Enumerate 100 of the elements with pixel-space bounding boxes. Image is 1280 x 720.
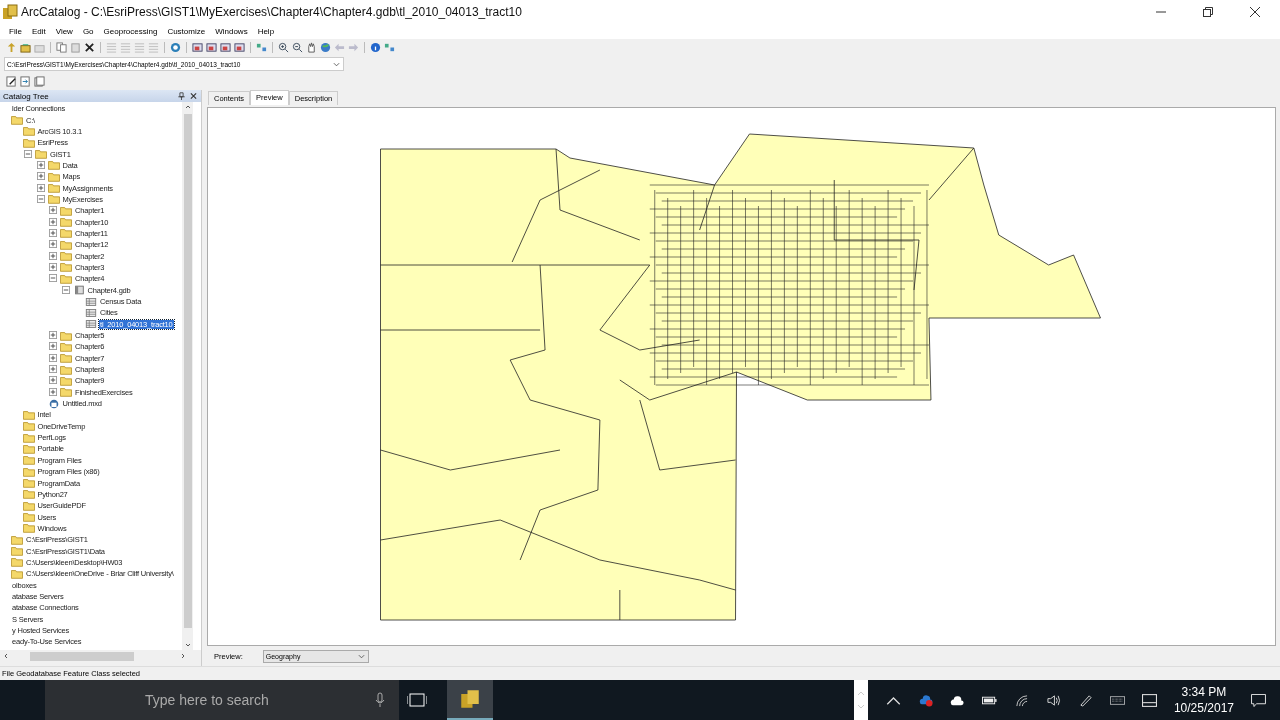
folder-icon — [22, 409, 35, 420]
expand-icon[interactable] — [36, 172, 46, 182]
collapse-icon[interactable] — [61, 285, 71, 295]
folder-icon — [22, 455, 35, 466]
folder-icon — [60, 330, 72, 341]
zoom-in-icon[interactable] — [278, 42, 289, 53]
map-document-icon — [47, 398, 60, 409]
connect-icon[interactable] — [20, 42, 31, 53]
folder-icon — [22, 523, 35, 534]
box-icon[interactable] — [234, 42, 245, 53]
expand-icon[interactable] — [49, 331, 58, 341]
pin-icon[interactable] — [178, 92, 185, 100]
delete-icon[interactable] — [84, 42, 95, 53]
restore-icon[interactable] — [1203, 6, 1213, 17]
vertical-scrollbar[interactable] — [182, 102, 193, 650]
menu-item[interactable]: File — [4, 26, 27, 36]
touchpad-icon[interactable] — [1141, 693, 1157, 707]
globe-icon[interactable] — [320, 42, 331, 53]
folder-icon — [60, 387, 72, 398]
pan-icon[interactable] — [306, 42, 317, 53]
taskbar-app-button[interactable] — [447, 680, 493, 720]
edit-document-icon[interactable] — [6, 75, 17, 87]
scroll-down-icon[interactable] — [184, 643, 191, 647]
expand-icon[interactable] — [49, 240, 58, 250]
scroll-up-icon[interactable] — [184, 105, 191, 109]
expand-icon[interactable] — [36, 183, 46, 193]
folder-icon — [47, 183, 60, 194]
box-icon[interactable] — [220, 42, 231, 53]
folder-icon — [60, 228, 72, 239]
folder-icon — [60, 375, 72, 386]
up-icon[interactable] — [6, 42, 17, 53]
menu-item[interactable]: Edit — [26, 26, 51, 36]
folder-icon — [60, 217, 72, 228]
documents-icon[interactable] — [34, 75, 45, 87]
expand-icon[interactable] — [49, 263, 58, 272]
expand-icon[interactable] — [49, 365, 58, 375]
tool-icon[interactable] — [384, 42, 395, 53]
document-arrow-icon[interactable] — [20, 75, 31, 87]
panel-title: Catalog Tree — [3, 91, 49, 101]
folder-icon — [35, 149, 47, 160]
database-icon — [72, 285, 85, 296]
menu-item[interactable]: Customize — [162, 26, 211, 36]
scroll-right-icon[interactable] — [181, 653, 185, 659]
folder-icon — [22, 466, 35, 477]
cloud-icon[interactable] — [949, 693, 965, 707]
folder-icon — [22, 500, 35, 511]
wifi-icon[interactable] — [1013, 693, 1029, 707]
keyboard-icon[interactable] — [1109, 693, 1125, 707]
folder-icon — [60, 364, 72, 375]
copy-icon[interactable] — [56, 42, 67, 53]
folder-icon — [11, 534, 23, 545]
folder-icon — [60, 262, 72, 273]
collapse-icon[interactable] — [36, 194, 46, 204]
expand-icon[interactable] — [49, 353, 58, 363]
folder-icon — [22, 421, 35, 432]
expand-icon[interactable] — [49, 251, 58, 261]
menu-item[interactable]: Help — [252, 26, 280, 36]
expand-icon[interactable] — [49, 376, 58, 386]
box-icon[interactable] — [192, 42, 203, 53]
folder-icon — [60, 239, 72, 250]
close-icon[interactable] — [190, 92, 197, 100]
collapse-icon[interactable] — [49, 274, 58, 284]
notifications-icon[interactable] — [1251, 693, 1266, 707]
folder-icon — [11, 568, 23, 579]
expand-icon[interactable] — [49, 342, 58, 352]
menu-item[interactable]: Windows — [210, 26, 253, 36]
search-icon[interactable] — [170, 42, 181, 53]
folder-icon — [11, 546, 23, 557]
expand-icon[interactable] — [49, 387, 58, 397]
box-icon[interactable] — [206, 42, 217, 53]
task-view-icon[interactable] — [407, 693, 427, 707]
app-icon — [460, 689, 480, 709]
cloud-error-icon[interactable] — [917, 693, 933, 707]
expand-icon[interactable] — [49, 217, 58, 227]
search-field[interactable]: Type here to search — [45, 680, 399, 720]
menu-item[interactable]: Go — [77, 26, 99, 36]
menu-item[interactable]: View — [50, 26, 78, 36]
window-title: ArcCatalog - C:\EsriPress\GIST1\MyExercises\Chapter4\Chapter4.gdb\tl_2010_04013_tract10 — [21, 4, 522, 19]
menu-item[interactable]: Geoprocessing — [98, 26, 163, 36]
scroll-left-icon[interactable] — [4, 653, 8, 659]
zoom-out-icon[interactable] — [292, 42, 303, 53]
folder-icon — [22, 512, 35, 523]
folder-icon — [47, 194, 60, 205]
table-icon — [85, 307, 97, 318]
expand-icon[interactable] — [36, 160, 46, 170]
info-icon[interactable] — [370, 42, 381, 53]
clock-time[interactable]: 3:34 PM — [1181, 684, 1227, 700]
collapse-icon[interactable] — [24, 149, 33, 159]
folder-icon — [22, 478, 35, 488]
app-icon — [2, 3, 18, 20]
expand-icon[interactable] — [49, 206, 58, 216]
folder-icon — [60, 353, 72, 364]
folder-icon — [11, 115, 23, 125]
tool-icon[interactable] — [256, 42, 267, 53]
close-icon[interactable] — [1250, 6, 1260, 17]
table-icon — [85, 319, 97, 330]
expand-icon[interactable] — [49, 228, 58, 238]
speaker-icon[interactable] — [1045, 693, 1061, 707]
clock-date[interactable]: 10/25/2017 — [1173, 700, 1234, 716]
pen-icon[interactable] — [1077, 693, 1093, 707]
